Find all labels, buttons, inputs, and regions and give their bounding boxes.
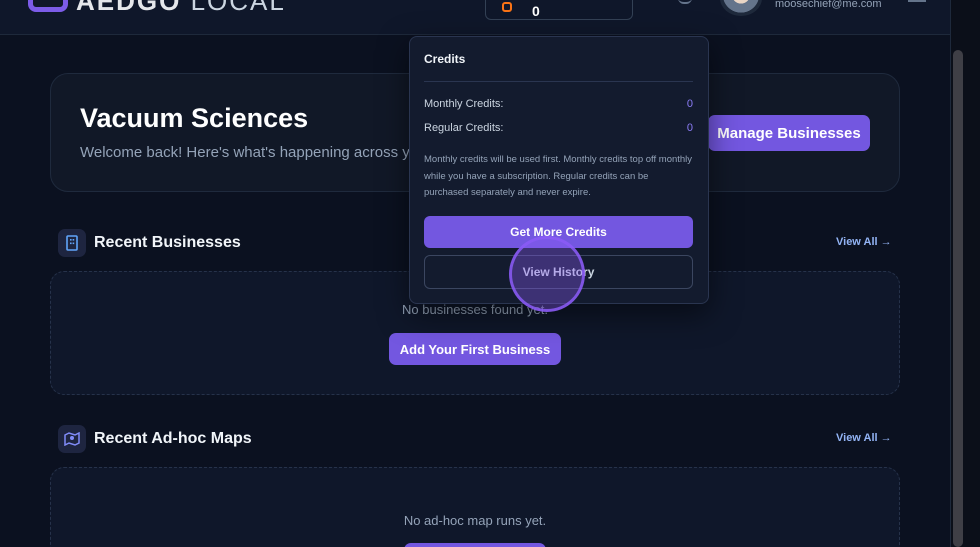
monthly-credits-value: 0 (686, 98, 693, 110)
regular-credits-value: 0 (686, 122, 693, 134)
bell-icon[interactable] (678, 0, 692, 4)
add-first-business-button[interactable]: Add Your First Business (389, 333, 561, 365)
view-history-button[interactable]: View History (424, 255, 693, 289)
manage-businesses-button[interactable]: Manage Businesses (708, 115, 870, 151)
menu-icon[interactable] (908, 0, 926, 2)
regular-credits-label: Regular Credits: (424, 122, 504, 134)
view-all-businesses-link[interactable]: View All → (836, 236, 892, 248)
credits-button[interactable]: 0 (485, 0, 633, 20)
top-bar: AEDGO LOCAL 0 moosechief@me.com (0, 0, 950, 35)
dropdown-divider (424, 81, 693, 82)
dropdown-title: Credits (424, 52, 466, 66)
avatar[interactable] (720, 0, 762, 16)
create-map-button[interactable] (404, 543, 546, 547)
scrollbar-thumb[interactable] (953, 50, 963, 547)
coin-icon (502, 2, 512, 12)
welcome-subtitle: Welcome back! Here's what's happening ac… (80, 144, 412, 161)
view-all-maps-link[interactable]: View All → (836, 432, 892, 444)
monthly-credits-label: Monthly Credits: (424, 98, 504, 110)
credit-count: 0 (532, 3, 540, 19)
page-title: Vacuum Sciences (80, 103, 309, 133)
section-title-businesses: Recent Businesses (94, 234, 241, 251)
logo-text[interactable]: AEDGO LOCAL (76, 0, 286, 17)
map-icon (58, 425, 86, 453)
section-title-maps: Recent Ad-hoc Maps (94, 430, 252, 447)
credits-note: Monthly credits will be used first. Mont… (424, 154, 693, 198)
maps-empty-text: No ad-hoc map runs yet. (403, 513, 547, 528)
maps-empty-card (50, 467, 900, 547)
user-email[interactable]: moosechief@me.com (775, 0, 882, 10)
get-more-credits-button[interactable]: Get More Credits (424, 216, 693, 248)
building-icon (58, 229, 86, 257)
logo-icon[interactable] (28, 0, 68, 12)
businesses-empty-text: No businesses found yet. (402, 302, 548, 317)
